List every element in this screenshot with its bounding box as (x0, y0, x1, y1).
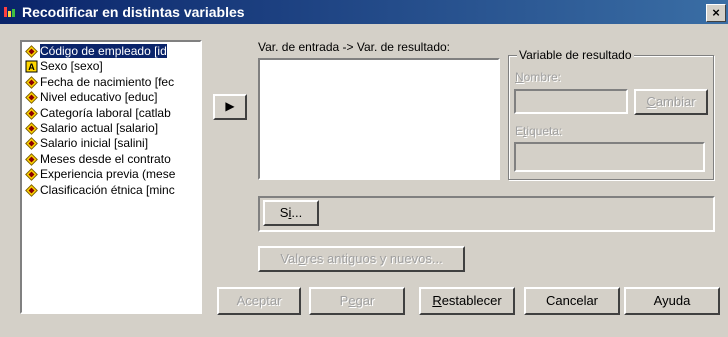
scale-icon (25, 137, 38, 151)
cancel-button[interactable]: Cancelar (524, 287, 620, 315)
move-variable-button[interactable]: ▶ (213, 94, 247, 120)
variable-label: Clasificación étnica [minc (40, 182, 175, 197)
input-output-list[interactable] (258, 58, 500, 180)
scale-icon (25, 152, 38, 166)
variable-list-item[interactable]: Experiencia previa (mese (24, 167, 200, 182)
scale-icon (25, 122, 38, 135)
condition-panel (258, 196, 715, 232)
label-field-label: Etiqueta: (515, 124, 563, 138)
app-icon (4, 7, 18, 17)
variable-list-item[interactable]: Nivel educativo [educ] (24, 90, 200, 105)
variable-list-item[interactable]: Salario inicial [salini] (24, 136, 200, 151)
string-icon: A (25, 60, 38, 73)
old-new-values-button[interactable]: Valores antiguos y nuevos... (258, 246, 465, 272)
window-title: Recodificar en distintas variables (22, 4, 245, 20)
variable-label: Meses desde el contrato (40, 151, 171, 166)
scale-icon (25, 168, 38, 182)
paste-button[interactable]: Pegar (309, 287, 405, 315)
scale-icon (25, 91, 38, 105)
accept-button[interactable]: Aceptar (217, 287, 301, 315)
help-button[interactable]: Ayuda (624, 287, 720, 315)
name-label: Nombre: (515, 70, 562, 84)
title-bar[interactable]: Recodificar en distintas variables × (0, 0, 728, 24)
right-arrow-icon: ▶ (225, 99, 235, 113)
variable-label: Sexo [sexo] (40, 59, 103, 74)
variable-label: Nivel educativo [educ] (40, 90, 158, 105)
variable-label: Experiencia previa (mese (40, 167, 176, 182)
scale-icon (25, 106, 38, 120)
scale-icon (25, 75, 38, 89)
close-button[interactable]: × (706, 4, 726, 22)
variable-label: Código de empleado [id (40, 44, 167, 58)
variable-label: Fecha de nacimiento [fec (40, 74, 175, 89)
if-button[interactable]: Si... (263, 200, 319, 226)
recode-dialog: Recodificar en distintas variables × Cód… (0, 0, 728, 337)
scale-icon (25, 183, 38, 197)
change-button[interactable]: Cambiar (634, 89, 708, 115)
variable-label: Categoría laboral [catlab (40, 105, 171, 120)
svg-text:A: A (28, 62, 35, 72)
variable-list-item[interactable]: Clasificación étnica [minc (24, 183, 200, 198)
label-input[interactable] (514, 142, 705, 172)
result-group-title: Variable de resultado (517, 48, 634, 62)
variable-list-item[interactable]: Fecha de nacimiento [fec (24, 75, 200, 90)
input-output-label: Var. de entrada -> Var. de resultado: (258, 40, 451, 54)
variable-list-item[interactable]: Meses desde el contrato (24, 152, 200, 167)
variable-list-item[interactable]: A Sexo [sexo] (24, 59, 200, 74)
source-variable-list[interactable]: Código de empleado [id A Sexo [sexo] Fecha … (20, 40, 202, 314)
variable-list-item[interactable]: Categoría laboral [catlab (24, 106, 200, 121)
scale-icon (25, 45, 38, 58)
variable-list-item[interactable]: Código de empleado [id (24, 44, 200, 59)
variable-label: Salario inicial [salini] (40, 136, 149, 151)
reset-button[interactable]: Restablecer (419, 287, 515, 315)
variable-list-item[interactable]: Salario actual [salario] (24, 121, 200, 136)
name-input[interactable] (514, 89, 628, 114)
variable-label: Salario actual [salario] (40, 121, 159, 135)
